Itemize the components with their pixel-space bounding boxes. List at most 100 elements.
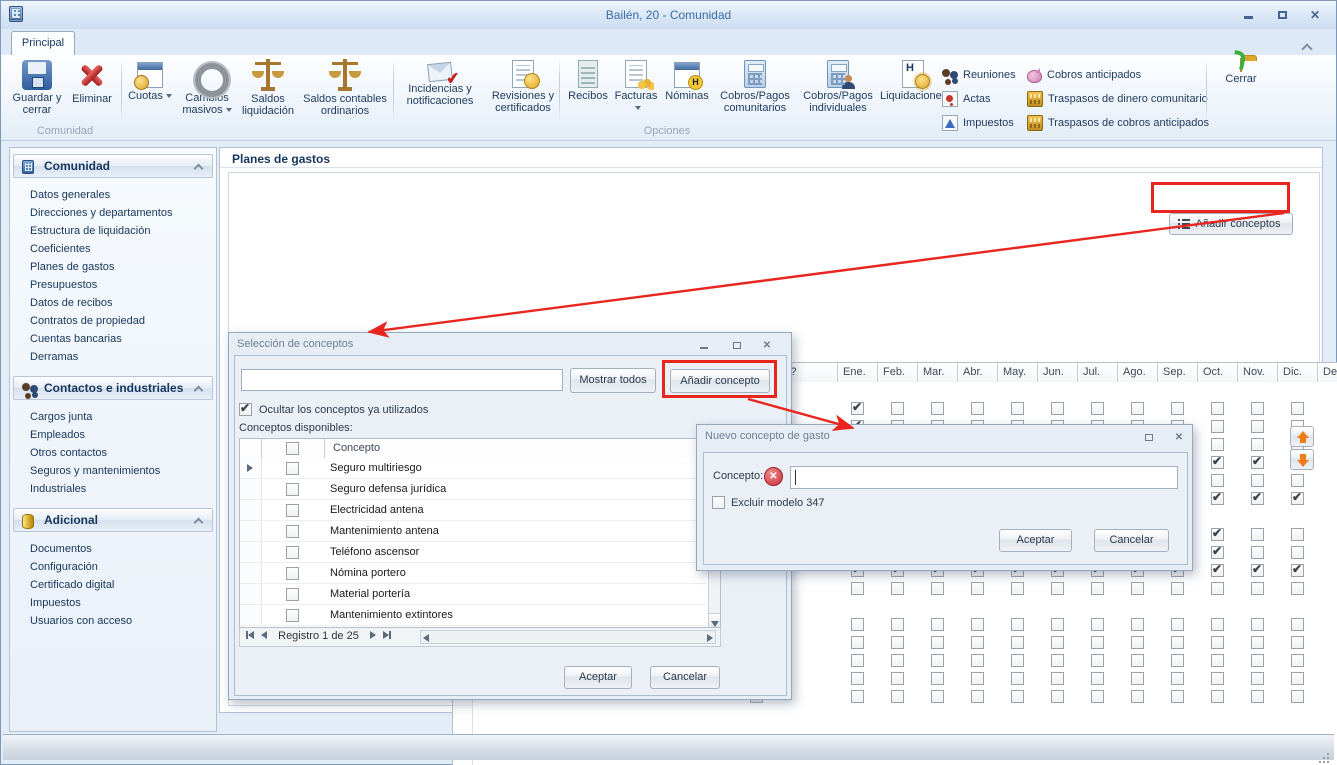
list-item[interactable]: Mantenimiento antena <box>240 521 707 542</box>
pager-horizontal-scrollbar[interactable] <box>420 630 716 644</box>
list-item[interactable]: Electricidad antena <box>240 500 707 521</box>
sidebar-group-contactos-e-industriales[interactable]: Contactos e industriales <box>13 376 213 400</box>
sidebar-item-estructura-de-liquidacion[interactable]: Estructura de liquidación <box>10 222 215 240</box>
month-checkbox-8[interactable] <box>1131 654 1144 667</box>
concept-checkbox[interactable] <box>286 483 299 496</box>
month-checkbox-5[interactable] <box>1011 654 1024 667</box>
month-checkbox-1[interactable] <box>851 654 864 667</box>
sidebar-item-cuentas-bancarias[interactable]: Cuentas bancarias <box>10 330 215 348</box>
sidebar-item-planes-de-gastos[interactable]: Planes de gastos <box>10 258 215 276</box>
ribbon-button-guardar-y-cerrar[interactable]: Guardar y cerrar <box>9 59 65 123</box>
month-checkbox-6[interactable] <box>1051 582 1064 595</box>
grid-header-month-8[interactable]: Ago. <box>1118 363 1158 382</box>
month-checkbox-1[interactable] <box>851 618 864 631</box>
month-checkbox-7[interactable] <box>1091 690 1104 703</box>
month-checkbox-7[interactable] <box>1091 672 1104 685</box>
month-checkbox-4[interactable] <box>971 690 984 703</box>
concept-checkbox[interactable] <box>286 567 299 580</box>
ribbon-button-reuniones[interactable]: Reuniones <box>942 65 1016 85</box>
month-checkbox-2[interactable] <box>891 402 904 415</box>
month-checkbox-11[interactable] <box>1251 438 1264 451</box>
exclude-347-checkbox[interactable] <box>712 496 725 509</box>
sidebar-item-otros-contactos[interactable]: Otros contactos <box>10 444 215 462</box>
month-checkbox-10[interactable] <box>1211 690 1224 703</box>
ribbon-button-actas[interactable]: Actas <box>942 89 991 109</box>
month-checkbox-11[interactable] <box>1251 546 1264 559</box>
scroll-down-button[interactable] <box>709 613 720 627</box>
month-checkbox-6[interactable] <box>1051 402 1064 415</box>
month-checkbox-12[interactable] <box>1291 490 1304 505</box>
concept-checkbox[interactable] <box>286 588 299 601</box>
grid-header-month-3[interactable]: Mar. <box>918 363 958 382</box>
grid-header-month-11[interactable]: Nov. <box>1238 363 1278 382</box>
month-checkbox-8[interactable] <box>1131 582 1144 595</box>
month-checkbox-11[interactable] <box>1251 636 1264 649</box>
month-checkbox-10[interactable] <box>1211 562 1224 577</box>
grid-header-month-1[interactable]: Ene. <box>838 363 878 382</box>
list-item[interactable]: Nómina portero <box>240 563 707 584</box>
month-checkbox-4[interactable] <box>971 672 984 685</box>
ribbon-button-cobros-anticipados[interactable]: Cobros anticipados <box>1027 65 1141 85</box>
sidebar-group-adicional[interactable]: Adicional <box>13 508 213 532</box>
month-checkbox-11[interactable] <box>1251 420 1264 433</box>
ribbon-button-cobros-pagos-individuales[interactable]: Cobros/Pagos individuales <box>798 59 878 123</box>
selection-dialog-restore-button[interactable] <box>728 339 746 352</box>
add-concepts-button[interactable]: Añadir conceptos <box>1169 213 1293 235</box>
sidebar-item-cargos-junta[interactable]: Cargos junta <box>10 408 215 426</box>
month-checkbox-5[interactable] <box>1011 636 1024 649</box>
ribbon-button-nominas[interactable]: Nóminas <box>662 59 712 123</box>
show-all-button[interactable]: Mostrar todos <box>570 368 656 393</box>
month-checkbox-5[interactable] <box>1011 618 1024 631</box>
sidebar-item-datos-de-recibos[interactable]: Datos de recibos <box>10 294 215 312</box>
month-checkbox-9[interactable] <box>1171 582 1184 595</box>
month-checkbox-10[interactable] <box>1211 490 1224 505</box>
concept-search-input[interactable] <box>241 369 563 391</box>
ribbon-button-traspasos-de-cobros-anticipados[interactable]: Traspasos de cobros anticipados <box>1027 113 1209 133</box>
ribbon-button-eliminar[interactable]: Eliminar <box>67 59 117 123</box>
month-checkbox-4[interactable] <box>971 582 984 595</box>
month-checkbox-11[interactable] <box>1251 654 1264 667</box>
pager-next-button[interactable] <box>369 630 376 642</box>
list-item[interactable]: Teléfono ascensor <box>240 542 707 563</box>
month-checkbox-6[interactable] <box>1051 636 1064 649</box>
pager-first-button[interactable] <box>246 630 254 642</box>
sidebar-item-contratos-de-propiedad[interactable]: Contratos de propiedad <box>10 312 215 330</box>
month-checkbox-9[interactable] <box>1171 654 1184 667</box>
month-checkbox-10[interactable] <box>1211 526 1224 541</box>
concept-checkbox[interactable] <box>286 462 299 475</box>
concept-input[interactable] <box>790 466 1178 489</box>
concept-checkbox[interactable] <box>286 609 299 622</box>
select-all-checkbox[interactable] <box>286 442 299 455</box>
grid-header-month-2[interactable]: Feb. <box>878 363 918 382</box>
tab-principal[interactable]: Principal <box>11 31 75 55</box>
month-checkbox-10[interactable] <box>1211 454 1224 469</box>
new-concept-accept-button[interactable]: Aceptar <box>999 529 1072 552</box>
grid-header-month-5[interactable]: May. <box>998 363 1038 382</box>
window-close-button[interactable]: ✕ <box>1304 7 1326 23</box>
month-checkbox-4[interactable] <box>971 402 984 415</box>
move-down-button[interactable] <box>1290 449 1314 470</box>
ribbon-button-liquidaciones[interactable]: Liquidaciones <box>880 59 947 123</box>
ribbon-button-saldos-contables-ordinarios[interactable]: Saldos contables ordinarios <box>299 59 391 123</box>
pager-last-button[interactable] <box>382 630 391 642</box>
month-checkbox-4[interactable] <box>971 654 984 667</box>
month-checkbox-1[interactable] <box>851 690 864 703</box>
month-checkbox-6[interactable] <box>1051 690 1064 703</box>
list-item[interactable]: Mantenimiento extintores <box>240 605 707 626</box>
month-checkbox-12[interactable] <box>1291 690 1304 703</box>
sidebar-item-seguros-y-mantenimientos[interactable]: Seguros y mantenimientos <box>10 462 215 480</box>
month-checkbox-3[interactable] <box>931 672 944 685</box>
month-checkbox-9[interactable] <box>1171 636 1184 649</box>
grid-header-month-4[interactable]: Abr. <box>958 363 998 382</box>
month-checkbox-3[interactable] <box>931 618 944 631</box>
sidebar-group-comunidad[interactable]: Comunidad <box>13 154 213 178</box>
month-checkbox-2[interactable] <box>891 582 904 595</box>
sidebar-item-direcciones-y-departamentos[interactable]: Direcciones y departamentos <box>10 204 215 222</box>
sidebar-item-usuarios-con-acceso[interactable]: Usuarios con acceso <box>10 612 215 630</box>
concept-checkbox[interactable] <box>286 504 299 517</box>
month-checkbox-12[interactable] <box>1291 546 1304 559</box>
month-checkbox-1[interactable] <box>851 400 864 415</box>
month-checkbox-7[interactable] <box>1091 402 1104 415</box>
window-minimize-button[interactable] <box>1237 7 1259 23</box>
month-checkbox-11[interactable] <box>1251 690 1264 703</box>
